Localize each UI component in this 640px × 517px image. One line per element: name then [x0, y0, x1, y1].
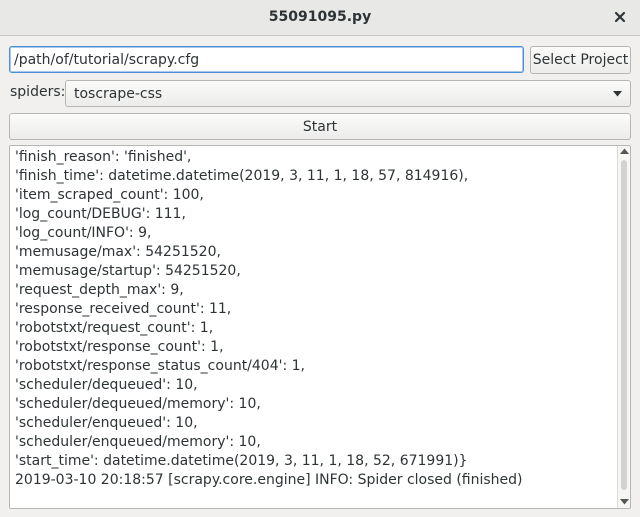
log-line: 'robotstxt/response_count': 1, — [15, 339, 224, 355]
log-line: 'scheduler/enqueued': 10, — [15, 415, 198, 431]
title-bar: 55091095.py — [0, 0, 640, 36]
log-line: 2019-03-10 20:18:57 [scrapy.core.engine]… — [15, 472, 523, 488]
spiders-selected-value: toscrape-css — [74, 85, 163, 102]
log-line: 'memusage/max': 54251520, — [15, 244, 221, 260]
log-lines: 'finish_reason': 'finished', 'finish_time… — [15, 148, 614, 490]
log-line: 'scheduler/enqueued/memory': 10, — [15, 434, 261, 450]
log-line: 'scheduler/dequeued/memory': 10, — [15, 396, 261, 412]
log-scrollbar[interactable] — [617, 146, 630, 508]
start-button[interactable]: Start — [9, 113, 631, 140]
log-line: 'item_scraped_count': 100, — [15, 187, 204, 203]
log-output[interactable]: 'finish_reason': 'finished', 'finish_time… — [9, 145, 631, 509]
window-title: 55091095.py — [268, 9, 372, 25]
log-line: 'scheduler/dequeued': 10, — [15, 377, 198, 393]
log-line: 'log_count/DEBUG': 111, — [15, 206, 186, 222]
log-line: 'finish_time': datetime.datetime(2019, 3… — [15, 168, 469, 184]
log-line: 'memusage/startup': 54251520, — [15, 263, 241, 279]
log-line: 'robotstxt/response_status_count/404': 1… — [15, 358, 305, 374]
log-line: 'robotstxt/request_count': 1, — [15, 320, 214, 336]
project-path-input[interactable] — [9, 46, 524, 73]
close-icon — [614, 11, 626, 23]
log-line: 'request_depth_max': 9, — [15, 282, 184, 298]
spiders-combobox[interactable]: toscrape-css — [65, 80, 631, 107]
chevron-down-icon — [613, 91, 622, 97]
select-project-button[interactable]: Select Project — [530, 46, 631, 74]
log-line: 'log_count/INFO': 9, — [15, 225, 152, 241]
spiders-label: spiders: — [10, 84, 66, 100]
triangle-down-icon[interactable] — [620, 499, 629, 505]
triangle-up-icon[interactable] — [620, 148, 629, 154]
log-line: 'start_time': datetime.datetime(2019, 3,… — [15, 453, 468, 469]
log-line: 'finish_reason': 'finished', — [15, 149, 192, 165]
log-line: 'response_received_count': 11, — [15, 301, 232, 317]
close-button[interactable] — [610, 7, 630, 27]
scrollbar-thumb[interactable] — [621, 160, 627, 490]
